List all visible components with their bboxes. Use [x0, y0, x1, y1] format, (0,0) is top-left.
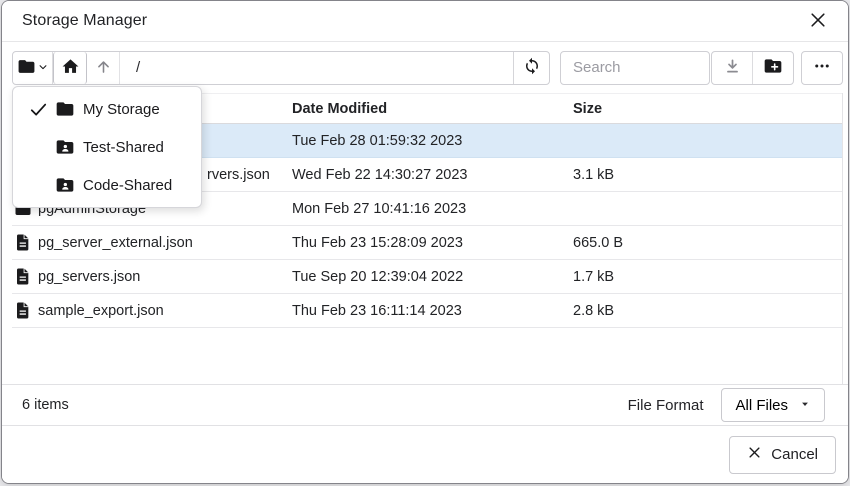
refresh-icon — [523, 57, 541, 78]
file-size: 1.7 kB — [566, 260, 842, 293]
cancel-button[interactable]: Cancel — [729, 436, 836, 474]
file-date: Tue Feb 28 01:59:32 2023 — [284, 124, 566, 157]
home-button[interactable] — [53, 52, 87, 84]
file-format-value: All Files — [735, 397, 788, 414]
shared-folder-icon — [55, 137, 75, 157]
file-size: 665.0 B — [566, 226, 842, 259]
cancel-x-icon — [747, 445, 762, 464]
up-directory-button[interactable] — [87, 52, 120, 84]
table-row[interactable]: sample_export.json Thu Feb 23 16:11:14 2… — [12, 294, 842, 328]
file-name: sample_export.json — [38, 303, 164, 319]
file-size — [566, 192, 842, 225]
menu-item-label: My Storage — [83, 101, 160, 118]
table-row[interactable]: pg_server_external.json Thu Feb 23 15:28… — [12, 226, 842, 260]
file-name: pg_server_external.json — [38, 235, 193, 251]
file-size: 2.8 kB — [566, 294, 842, 327]
file-date: Tue Sep 20 12:39:04 2022 — [284, 260, 566, 293]
cancel-label: Cancel — [771, 446, 818, 463]
menu-item-label: Code-Shared — [83, 177, 172, 194]
refresh-button[interactable] — [513, 52, 549, 84]
download-icon — [723, 57, 742, 79]
dialog-footer: Cancel — [2, 426, 848, 483]
close-button[interactable] — [806, 9, 830, 33]
menu-item-code-shared[interactable]: Code-Shared — [13, 166, 201, 204]
menu-item-my-storage[interactable]: My Storage — [13, 90, 201, 128]
status-bar: 6 items File Format All Files — [2, 384, 848, 426]
up-arrow-icon — [94, 57, 113, 79]
chevron-down-icon — [38, 60, 48, 75]
file-size: 3.1 kB — [566, 158, 842, 191]
caret-down-icon — [799, 397, 811, 414]
more-options-icon — [813, 57, 831, 78]
dialog-title: Storage Manager — [22, 12, 147, 30]
file-date: Thu Feb 23 16:11:14 2023 — [284, 294, 566, 327]
shared-folder-icon — [55, 175, 75, 195]
new-folder-icon — [763, 56, 783, 79]
download-button[interactable] — [712, 52, 753, 84]
file-icon — [14, 233, 32, 252]
home-icon — [61, 57, 80, 79]
file-size — [566, 124, 842, 157]
current-path: / — [120, 52, 513, 84]
menu-item-test-shared[interactable]: Test-Shared — [13, 128, 201, 166]
storage-folder-icon — [17, 57, 36, 79]
title-bar: Storage Manager — [2, 1, 848, 42]
new-folder-button[interactable] — [753, 52, 793, 84]
check-icon — [29, 100, 55, 119]
file-date: Mon Feb 27 10:41:16 2023 — [284, 192, 566, 225]
items-count: 6 items — [22, 397, 69, 413]
storage-select-menu: My Storage Test-Shared Code-Shared — [12, 86, 202, 208]
column-header-date-modified[interactable]: Date Modified — [284, 94, 566, 123]
file-icon — [14, 301, 32, 320]
more-options-button[interactable] — [801, 51, 843, 85]
path-bar: / — [12, 51, 550, 85]
file-format-label: File Format — [628, 397, 704, 414]
storage-manager-dialog: Storage Manager — [1, 0, 849, 484]
column-header-size[interactable]: Size — [566, 94, 842, 123]
toolbar-right-tools — [711, 51, 843, 85]
folder-icon — [55, 99, 75, 119]
file-actions-group — [711, 51, 794, 85]
file-name: rvers.json — [207, 167, 270, 183]
close-icon — [808, 10, 828, 33]
search-input[interactable] — [560, 51, 710, 85]
file-date: Thu Feb 23 15:28:09 2023 — [284, 226, 566, 259]
menu-item-label: Test-Shared — [83, 139, 164, 156]
file-name: pg_servers.json — [38, 269, 140, 285]
storage-select-button[interactable] — [13, 52, 53, 84]
file-format-select[interactable]: All Files — [721, 388, 825, 422]
file-date: Wed Feb 22 14:30:27 2023 — [284, 158, 566, 191]
table-row[interactable]: pg_servers.json Tue Sep 20 12:39:04 2022… — [12, 260, 842, 294]
file-icon — [14, 267, 32, 286]
